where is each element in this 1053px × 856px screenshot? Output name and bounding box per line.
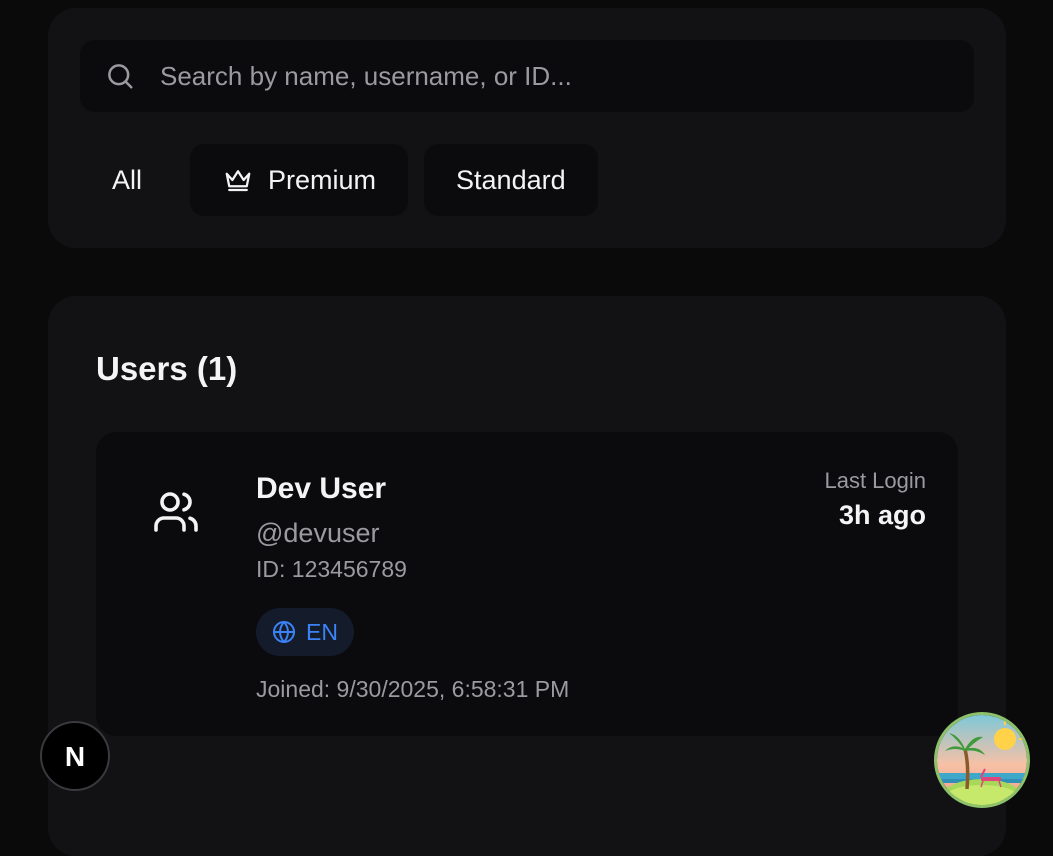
filter-premium-label: Premium — [268, 164, 377, 195]
beach-avatar-icon[interactable] — [934, 712, 1030, 808]
filter-panel: All Premium Standard — [48, 8, 1006, 248]
language-badge: EN — [256, 608, 354, 656]
globe-icon — [272, 620, 296, 644]
users-icon — [152, 488, 200, 541]
filter-chips: All Premium Standard — [80, 144, 598, 216]
filter-all-button[interactable]: All — [80, 144, 174, 216]
user-card[interactable]: Dev User @devuser ID: 123456789 EN Joine… — [96, 432, 958, 736]
dev-badge-letter: N — [65, 741, 85, 772]
joined-date: Joined: 9/30/2025, 6:58:31 PM — [256, 676, 570, 702]
language-label: EN — [306, 618, 338, 645]
user-id: ID: 123456789 — [256, 556, 407, 582]
user-username: @devuser — [256, 518, 380, 548]
last-login-value: 3h ago — [838, 500, 926, 530]
crown-icon — [222, 165, 254, 195]
user-name: Dev User — [256, 472, 387, 505]
users-section-title: Users (1) — [96, 350, 238, 387]
search-bar[interactable] — [80, 40, 974, 112]
search-icon — [80, 61, 160, 91]
filter-all-label: All — [112, 164, 143, 195]
users-panel: Users (1) Dev User @devuser ID: 12345678… — [48, 296, 1006, 856]
filter-standard-button[interactable]: Standard — [424, 144, 598, 216]
nextjs-logo-icon[interactable]: N — [40, 721, 110, 791]
search-input[interactable] — [160, 40, 974, 112]
filter-standard-label: Standard — [456, 164, 566, 195]
last-login-label: Last Login — [824, 468, 926, 493]
filter-premium-button[interactable]: Premium — [190, 144, 409, 216]
